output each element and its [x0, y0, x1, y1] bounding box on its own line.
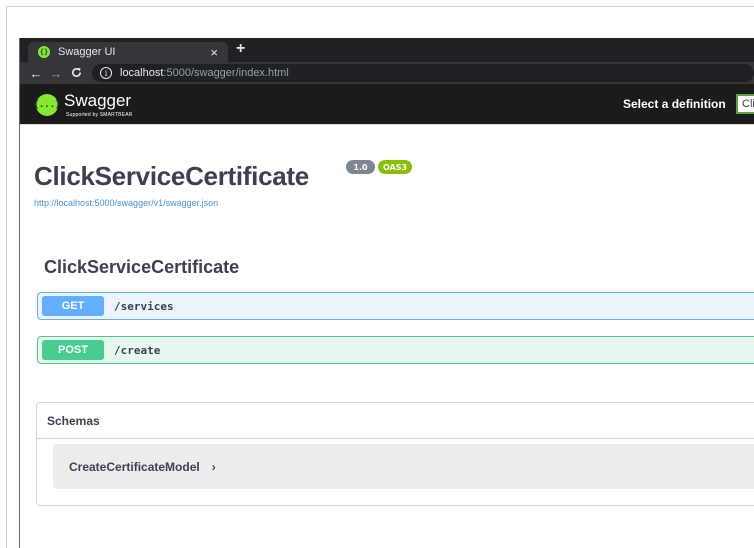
new-tab-button[interactable]: +: [236, 41, 245, 57]
reload-glyph: [71, 67, 81, 77]
schemas-title: Schemas: [47, 413, 100, 428]
operation-path: /create: [114, 343, 161, 357]
operation-path: /services: [114, 299, 174, 313]
browser-window: {} Swagger UI × + ← → i localhost:5000/s…: [19, 38, 754, 548]
reload-icon[interactable]: [66, 67, 86, 80]
tab-strip: {} Swagger UI × +: [20, 38, 754, 62]
swagger-topbar: {...} Swagger Supported by SMARTBEAR Sel…: [20, 84, 754, 124]
operation-get-services[interactable]: GET /services: [37, 292, 754, 320]
swagger-favicon-icon: {}: [38, 46, 50, 58]
schemas-header[interactable]: Schemas: [37, 403, 754, 439]
info-icon[interactable]: i: [100, 67, 112, 79]
operation-post-create[interactable]: POST /create: [37, 336, 754, 364]
url-field[interactable]: i localhost:5000/swagger/index.html: [92, 64, 754, 82]
forward-arrow-icon[interactable]: →: [46, 67, 66, 80]
api-title: ClickServiceCertificate: [34, 161, 309, 191]
model-name: CreateCertificateModel: [69, 459, 200, 474]
spec-url-link[interactable]: http://localhost:5000/swagger/v1/swagger…: [34, 198, 218, 208]
method-badge: POST: [42, 340, 104, 360]
definition-select[interactable]: ClickServiceCertificate v1: [736, 94, 754, 114]
tab-title: Swagger UI: [58, 46, 116, 58]
back-arrow-icon[interactable]: ←: [26, 67, 46, 80]
close-tab-icon[interactable]: ×: [210, 46, 218, 59]
swagger-logo-text[interactable]: Swagger: [64, 91, 131, 111]
browser-tab[interactable]: {} Swagger UI ×: [28, 42, 228, 62]
swagger-logo-icon[interactable]: {...}: [33, 94, 61, 116]
model-create-certificate[interactable]: CreateCertificateModel ›: [53, 444, 754, 489]
method-badge: GET: [42, 296, 104, 316]
tag-section-title[interactable]: ClickServiceCertificate: [44, 257, 239, 278]
schemas-section: Schemas CreateCertificateModel ›: [36, 402, 754, 506]
address-bar-row: ← → i localhost:5000/swagger/index.html: [20, 62, 754, 84]
swagger-logo-subtext: Supported by SMARTBEAR: [66, 112, 133, 118]
url-host: localhost: [120, 67, 164, 79]
oas-badge: OAS3: [378, 160, 412, 174]
chevron-right-icon[interactable]: ›: [212, 460, 216, 474]
select-definition-label: Select a definition: [623, 97, 726, 111]
url-path: :5000/swagger/index.html: [163, 67, 289, 79]
swagger-content: ClickServiceCertificate 1.0 OAS3 http://…: [20, 124, 754, 548]
version-badge: 1.0: [346, 160, 375, 174]
